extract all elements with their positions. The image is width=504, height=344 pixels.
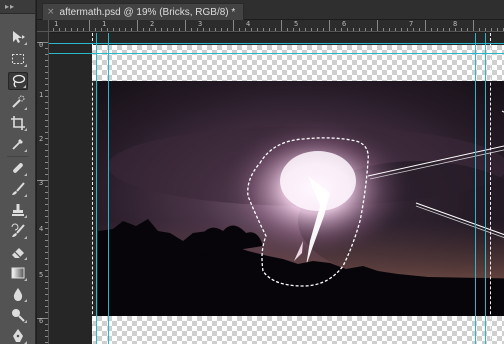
ruler-label: 1 bbox=[54, 20, 59, 28]
document-tab-bar: × aftermath.psd @ 19% (Bricks, RGB/8) * bbox=[37, 0, 504, 20]
ruler-label: 7 bbox=[409, 20, 414, 28]
vertical-ruler[interactable]: 0 1 2 3 4 5 6 bbox=[37, 32, 49, 344]
ruler-label: 1 bbox=[102, 20, 107, 28]
storm-photo-layer bbox=[98, 81, 504, 316]
ruler-label: 4 bbox=[39, 225, 44, 233]
transparent-area-bottom bbox=[92, 316, 504, 344]
ruler-origin[interactable] bbox=[37, 20, 49, 32]
ruler-label: 8 bbox=[453, 20, 458, 28]
tools-panel: ▸▸ bbox=[0, 0, 36, 344]
move-tool[interactable] bbox=[8, 28, 28, 46]
horizontal-ruler-ticks bbox=[41, 20, 504, 31]
ruler-label: 6 bbox=[39, 317, 44, 325]
guide-horizontal[interactable] bbox=[49, 53, 504, 54]
canvas-selection-edge-left bbox=[92, 33, 93, 344]
guide-vertical[interactable] bbox=[96, 33, 97, 344]
eyedropper-tool[interactable] bbox=[8, 135, 28, 153]
vertical-ruler-ticks bbox=[37, 42, 48, 343]
ruler-label: 4 bbox=[246, 20, 251, 28]
history-brush-tool[interactable] bbox=[8, 222, 28, 240]
guide-vertical[interactable] bbox=[475, 33, 476, 344]
canvas-selection-edge-right bbox=[490, 33, 491, 344]
document-tab[interactable]: × aftermath.psd @ 19% (Bricks, RGB/8) * bbox=[42, 3, 245, 20]
dodge-tool[interactable] bbox=[8, 306, 28, 324]
pen-tool[interactable] bbox=[8, 327, 28, 344]
ruler-label: 5 bbox=[39, 271, 44, 279]
ruler-label: 3 bbox=[198, 20, 203, 28]
lightning-storm-image bbox=[98, 81, 504, 316]
eraser-tool[interactable] bbox=[8, 243, 28, 261]
brush-tool[interactable] bbox=[8, 180, 28, 198]
blur-tool[interactable] bbox=[8, 285, 28, 303]
tools-panel-header[interactable]: ▸▸ bbox=[0, 0, 35, 14]
guide-vertical[interactable] bbox=[485, 33, 486, 344]
ruler-label: 2 bbox=[150, 20, 155, 28]
ruler-label: 1 bbox=[39, 91, 44, 99]
guide-vertical[interactable] bbox=[108, 33, 109, 344]
document-tab-title: aftermath.psd @ 19% (Bricks, RGB/8) * bbox=[59, 6, 236, 18]
horizontal-ruler[interactable]: 1 1 2 3 4 5 6 7 8 bbox=[37, 20, 504, 32]
transparent-area-top bbox=[92, 45, 504, 81]
ruler-label: 3 bbox=[39, 179, 44, 187]
clone-stamp-tool[interactable] bbox=[8, 201, 28, 219]
tab-close-icon[interactable]: × bbox=[47, 7, 55, 17]
ruler-label: 2 bbox=[39, 135, 44, 143]
ruler-label: 6 bbox=[342, 20, 347, 28]
quick-select-tool[interactable] bbox=[8, 93, 28, 111]
document-canvas[interactable] bbox=[49, 33, 504, 344]
crop-tool[interactable] bbox=[8, 114, 28, 132]
healing-brush-tool[interactable] bbox=[8, 159, 28, 177]
guide-horizontal[interactable] bbox=[49, 43, 504, 44]
gradient-tool[interactable] bbox=[8, 264, 28, 282]
rect-marquee-tool[interactable] bbox=[8, 50, 28, 68]
lasso-tool[interactable] bbox=[8, 72, 28, 90]
ruler-label: 0 bbox=[39, 41, 44, 49]
ruler-label: 5 bbox=[294, 20, 299, 28]
